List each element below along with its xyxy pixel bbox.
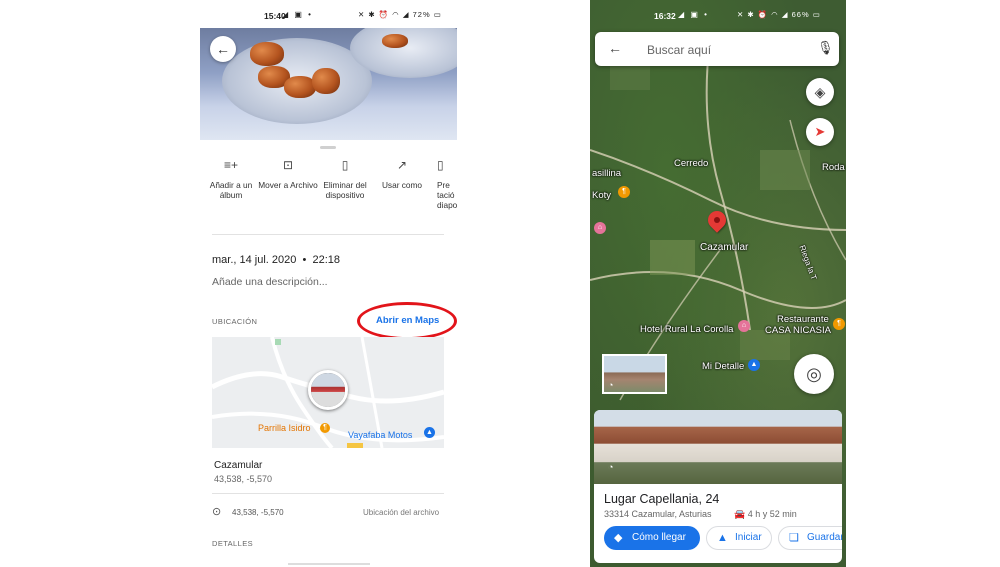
- place-photo[interactable]: ◔: [594, 410, 842, 484]
- compass-icon: ➤: [814, 124, 826, 139]
- arrow-left-icon: ←: [216, 41, 230, 57]
- location-target-icon: ⊙: [212, 506, 222, 518]
- restaurant-icon[interactable]: ¶: [618, 186, 630, 198]
- action-label: Pre tació diapo: [437, 180, 457, 210]
- location-map-preview[interactable]: Parrilla Isidro ¶ Vayafaba Motos ▲: [212, 337, 444, 448]
- action-label: Añadir a un álbum: [209, 180, 253, 200]
- street-view-icon: ◔: [608, 462, 614, 472]
- slideshow-icon: ▯: [437, 158, 444, 172]
- directions-icon: ◆: [614, 532, 623, 544]
- bookmark-icon: ❏: [789, 532, 799, 544]
- slideshow-button[interactable]: ▯ Pre tació diapo: [428, 158, 457, 210]
- place-title: Lugar Capellania, 24: [604, 492, 720, 506]
- gesture-bar: [288, 563, 370, 565]
- back-button[interactable]: ←: [210, 36, 236, 62]
- map-poi-label: Vayafaba Motos: [348, 430, 413, 440]
- archive-icon: ⊡: [282, 158, 294, 172]
- place-address: 33314 Cazamular, Asturias: [604, 509, 712, 519]
- photo-date: mar., 14 jul. 2020: [212, 254, 297, 266]
- action-label: Eliminar del dispositivo: [323, 180, 367, 200]
- notification-icons: ◢ ▣ •: [678, 10, 709, 19]
- photo-preview[interactable]: [200, 28, 457, 140]
- delete-from-device-button[interactable]: ▯ Eliminar del dispositivo: [314, 158, 376, 200]
- photo-location-marker[interactable]: [308, 370, 348, 410]
- map-label: asillina: [592, 168, 622, 179]
- file-coordinates: 43,538, -5,570: [232, 508, 284, 517]
- location-header: UBICACIÓN: [212, 317, 258, 326]
- photo-datetime: mar., 14 jul. 2020 • 22:18: [212, 254, 340, 266]
- restaurant-icon[interactable]: ¶: [833, 318, 845, 330]
- details-header: DETALLES: [212, 539, 253, 548]
- restaurant-icon: ¶: [320, 423, 330, 433]
- status-bar: 16:32 ◢ ▣ • ✕ ✱ ⏰ ◠ ◢ 66% ▭: [590, 0, 846, 30]
- map-label: Cerredo: [674, 158, 709, 169]
- photo-time: 22:18: [312, 254, 341, 266]
- compass-button[interactable]: ➤: [806, 118, 834, 146]
- shopping-icon[interactable]: ⌂: [594, 222, 606, 234]
- start-button[interactable]: ▲ Iniciar: [706, 526, 772, 550]
- food-image: [382, 34, 408, 48]
- arrow-left-icon[interactable]: ←: [608, 40, 622, 56]
- button-label: Iniciar: [735, 532, 762, 543]
- street-view-icon: ◔: [608, 380, 614, 390]
- search-input[interactable]: Buscar aquí: [647, 43, 711, 57]
- drag-handle[interactable]: [320, 146, 336, 149]
- status-bar: 15:40 ◢ ▣ • ✕ ✱ ⏰ ◠ ◢ 72% ▭: [200, 0, 457, 28]
- action-label: Mover a Archivo: [258, 180, 318, 190]
- shop-icon: ▲: [424, 427, 435, 438]
- place-name: Cazamular: [214, 460, 263, 471]
- system-icons: ✕ ✱ ⏰ ◠ ◢ 72% ▭: [358, 10, 442, 19]
- divider: [212, 493, 444, 494]
- layers-button[interactable]: ◈: [806, 78, 834, 106]
- save-button[interactable]: ❏ Guardar: [778, 526, 842, 550]
- map-label: Koty: [592, 190, 612, 201]
- system-icons: ✕ ✱ ⏰ ◠ ◢ 66% ▭: [737, 10, 821, 19]
- my-location-icon: ◎: [806, 364, 822, 384]
- open-in-icon: ↗: [396, 158, 408, 172]
- map-label: Restaurante: [777, 314, 829, 325]
- map-label: Mi Detalle: [702, 361, 745, 372]
- file-location-label: Ubicación del archivo: [363, 508, 440, 517]
- maps-screen[interactable]: 16:32 ◢ ▣ • ✕ ✱ ⏰ ◠ ◢ 66% ▭ ← Buscar aqu…: [590, 0, 846, 567]
- map-label: Roda: [822, 162, 845, 173]
- add-to-album-icon: ≡+: [223, 158, 238, 172]
- battery-level: 66%: [791, 10, 810, 19]
- search-bar[interactable]: ← Buscar aquí 🎙: [595, 32, 839, 66]
- action-label: Usar como: [381, 180, 423, 190]
- layers-icon: ◈: [814, 84, 826, 100]
- archive-button[interactable]: ⊡ Mover a Archivo: [257, 158, 319, 190]
- shop-icon[interactable]: ▲: [748, 359, 760, 371]
- street-view-thumbnail[interactable]: ◔: [602, 354, 667, 394]
- place-coordinates: 43,538, -5,570: [214, 474, 273, 484]
- car-icon: 🚘: [734, 509, 746, 519]
- delete-from-device-icon: ▯: [341, 158, 349, 172]
- description-input[interactable]: Añade una descripción...: [212, 276, 328, 288]
- hotel-icon[interactable]: ⌂: [738, 320, 750, 332]
- my-location-button[interactable]: ◎: [794, 354, 834, 394]
- place-card[interactable]: ◔ Lugar Capellania, 24 33314 Cazamular, …: [594, 410, 842, 563]
- battery-level: 72%: [412, 10, 431, 19]
- status-time: 16:32: [654, 11, 676, 21]
- map-label: Hotel Rural La Corolla: [640, 324, 734, 335]
- photos-screen: 15:40 ◢ ▣ • ✕ ✱ ⏰ ◠ ◢ 72% ▭ ← ≡+ Añadir …: [200, 0, 457, 567]
- map-label: CASA NICASIA: [765, 325, 831, 336]
- divider: [212, 234, 444, 235]
- duration-text: 4 h y 52 min: [747, 509, 797, 519]
- notification-icons: ◢ ▣ •: [282, 10, 313, 19]
- directions-button[interactable]: ◆ Cómo llegar: [604, 526, 700, 550]
- map-label-pin: Cazamular: [700, 242, 749, 253]
- button-label: Cómo llegar: [632, 532, 686, 543]
- bullet-separator: •: [299, 254, 310, 266]
- use-as-button[interactable]: ↗ Usar como: [371, 158, 433, 190]
- add-to-album-button[interactable]: ≡+ Añadir a un álbum: [200, 158, 262, 200]
- microphone-icon[interactable]: 🎙: [817, 40, 834, 56]
- info-sheet: ≡+ Añadir a un álbum ⊡ Mover a Archivo ▯…: [200, 140, 457, 567]
- highlight-circle: [357, 302, 457, 340]
- croquette-image: [312, 68, 340, 94]
- drive-duration: 🚘 4 h y 52 min: [734, 509, 797, 520]
- map-poi-label: Parrilla Isidro: [258, 423, 311, 433]
- croquette-image: [250, 42, 284, 66]
- navigation-arrow-icon: ▲: [717, 532, 728, 544]
- button-label: Guardar: [807, 532, 842, 543]
